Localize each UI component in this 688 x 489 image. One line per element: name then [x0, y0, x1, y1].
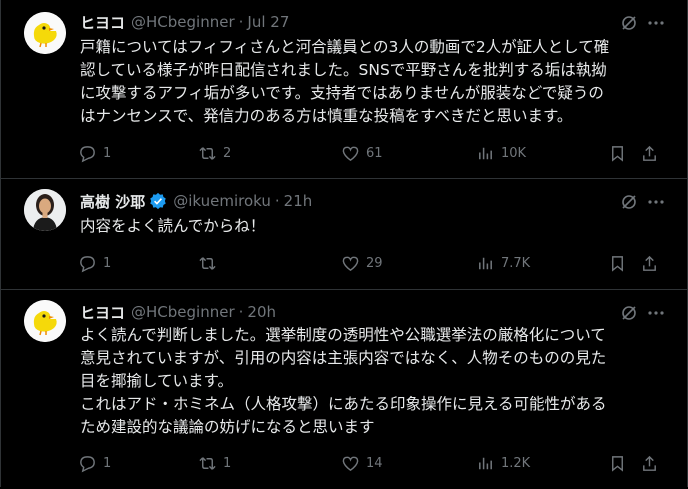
separator-dot: · [274, 192, 280, 210]
bookmark-icon [612, 145, 623, 162]
text-line: これはアド・ホミネム（人格攻撃）にあたる印象操作に見える可能性がある [80, 395, 607, 413]
action-bar: 1 1 14 1.2K [78, 451, 668, 475]
repost-icon [199, 456, 216, 470]
post-header: ヒヨコ @HCbeginner · 20h [80, 302, 276, 322]
views-icon [479, 147, 492, 159]
reply-icon [80, 145, 95, 162]
post-time[interactable]: Jul 27 [247, 13, 289, 31]
action-bar: 1 29 7.7K [78, 251, 668, 275]
view-count: 1.2K [501, 455, 531, 471]
author-handle[interactable]: @HCbeginner [131, 13, 235, 31]
text-line: に攻撃するアフィ垢が多いです。支持者ではありませんが服装などで疑うの [80, 84, 604, 102]
view-count: 10K [501, 145, 527, 161]
views-button[interactable]: 7.7K [476, 251, 530, 275]
heart-icon [342, 256, 359, 271]
text-line: よく読んで判断しました。選挙制度の透明性や公職選挙法の厳格化について [80, 326, 606, 344]
text-line: 意見されていますが、引用の内容は主張内容ではなく、人物そのものの見た [80, 349, 607, 367]
repost-count: 2 [223, 145, 232, 161]
text-line: 内容をよく読んでからね！ [80, 217, 266, 235]
share-button[interactable] [640, 451, 659, 475]
chick-icon [24, 300, 66, 342]
author-handle[interactable]: @HCbeginner [131, 303, 235, 321]
bookmark-button[interactable] [608, 451, 627, 475]
repost-button[interactable] [198, 251, 223, 275]
more-options-icon[interactable] [646, 304, 666, 322]
chick-icon [24, 12, 66, 54]
bookmark-button[interactable] [608, 141, 627, 165]
repost-count: 1 [223, 455, 232, 471]
repost-icon [199, 256, 216, 270]
views-icon [479, 457, 492, 469]
repost-button[interactable]: 1 [198, 451, 231, 475]
bookmark-button[interactable] [608, 251, 627, 275]
post-header: ヒヨコ @HCbeginner · Jul 27 [80, 12, 289, 32]
post-text: 内容をよく読んでからね！ [80, 215, 670, 238]
profile-photo [24, 189, 66, 231]
author-name[interactable]: ヒヨコ [80, 302, 125, 323]
more-options-icon[interactable] [646, 14, 666, 32]
heart-icon [342, 456, 359, 471]
like-button[interactable]: 29 [341, 251, 383, 275]
grok-icon[interactable] [620, 193, 638, 211]
post-time[interactable]: 20h [247, 303, 276, 321]
like-count: 61 [366, 145, 383, 161]
reply-icon [80, 255, 95, 272]
share-icon [643, 145, 656, 161]
text-line: 戸籍についてはフィフィさんと河合議員との3人の動画で2人が証人として確 [80, 38, 610, 56]
separator-dot: · [238, 13, 244, 31]
like-count: 14 [366, 455, 383, 471]
share-button[interactable] [640, 141, 659, 165]
views-icon [479, 257, 492, 269]
post[interactable]: ヒヨコ @HCbeginner · 20h よく読んで判断しました。選挙制度の透… [0, 290, 688, 489]
reply-icon [80, 455, 95, 472]
like-count: 29 [366, 255, 383, 271]
post-header: 高樹 沙耶 @ikuemiroku · 21h [80, 191, 312, 211]
share-button[interactable] [640, 251, 659, 275]
author-name[interactable]: 高樹 沙耶 [80, 191, 145, 212]
reply-count: 1 [103, 455, 112, 471]
reply-count: 1 [103, 145, 112, 161]
action-bar: 1 2 61 10K [78, 141, 668, 165]
post[interactable]: ヒヨコ @HCbeginner · Jul 27 戸籍についてはフィフィさんと河… [0, 0, 688, 179]
verified-badge-icon [150, 192, 166, 210]
heart-icon [342, 146, 359, 161]
avatar[interactable] [24, 300, 66, 342]
reply-button[interactable]: 1 [78, 451, 111, 475]
author-name[interactable]: ヒヨコ [80, 12, 125, 33]
bookmark-icon [612, 255, 623, 272]
avatar[interactable] [24, 189, 66, 231]
grok-icon[interactable] [620, 14, 638, 32]
view-count: 7.7K [501, 255, 531, 271]
views-button[interactable]: 10K [476, 141, 526, 165]
share-icon [643, 455, 656, 471]
grok-icon[interactable] [620, 304, 638, 322]
share-icon [643, 255, 656, 271]
text-line: はナンセンスで、発信力のある方は慎重な投稿をすべきだと思います。 [80, 107, 573, 125]
avatar[interactable] [24, 12, 66, 54]
post-text: 戸籍についてはフィフィさんと河合議員との3人の動画で2人が証人として確 認してい… [80, 36, 670, 128]
separator-dot: · [238, 303, 244, 321]
text-line: 目を揶揄しています。 [80, 372, 233, 390]
post-time[interactable]: 21h [284, 192, 313, 210]
like-button[interactable]: 61 [341, 141, 383, 165]
post-text: よく読んで判断しました。選挙制度の透明性や公職選挙法の厳格化について 意見されて… [80, 324, 670, 439]
text-line: 認している様子が昨日配信されました。SNSで平野さんを批判する垢は執拗 [80, 61, 607, 79]
reply-button[interactable]: 1 [78, 251, 111, 275]
reply-button[interactable]: 1 [78, 141, 111, 165]
text-line: ため建設的な議論の妨げになると思います [80, 418, 375, 436]
like-button[interactable]: 14 [341, 451, 383, 475]
repost-icon [199, 146, 216, 160]
bookmark-icon [612, 455, 623, 472]
more-options-icon[interactable] [646, 193, 666, 211]
reply-count: 1 [103, 255, 112, 271]
post[interactable]: 高樹 沙耶 @ikuemiroku · 21h 内容をよく読んでからね！ 1 2… [0, 179, 688, 290]
views-button[interactable]: 1.2K [476, 451, 530, 475]
repost-button[interactable]: 2 [198, 141, 231, 165]
author-handle[interactable]: @ikuemiroku [173, 192, 271, 210]
